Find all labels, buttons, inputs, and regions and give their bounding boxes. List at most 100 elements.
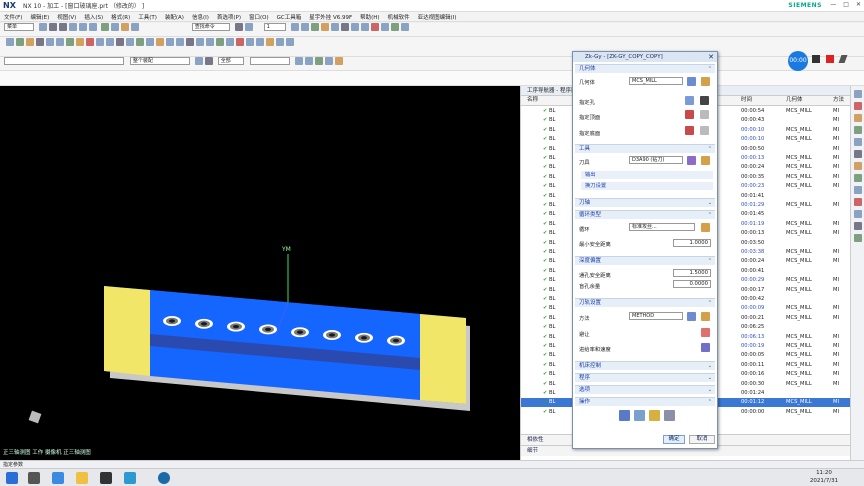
redo-icon[interactable] — [58, 23, 67, 31]
shaded-icon[interactable] — [320, 23, 329, 31]
gouge-check-icon[interactable] — [215, 37, 224, 46]
generate-icon[interactable] — [619, 410, 630, 421]
cut-icon[interactable] — [68, 23, 77, 31]
view-top-icon[interactable] — [300, 23, 309, 31]
create-method-icon[interactable] — [75, 37, 84, 46]
menu-item-8[interactable]: 首选项(P) — [213, 13, 245, 21]
verify-icon[interactable] — [115, 37, 124, 46]
replay-icon[interactable] — [634, 410, 645, 421]
parallel-icon[interactable] — [265, 37, 274, 46]
machine-view-icon[interactable] — [15, 37, 24, 46]
recorder-app-icon[interactable] — [158, 472, 170, 484]
copy-object-icon[interactable] — [175, 37, 184, 46]
menu-item-12[interactable]: 帮助(H) — [356, 13, 383, 21]
menu-item-0[interactable]: 文件(F) — [0, 13, 26, 21]
method-dropdown[interactable]: METHOD — [629, 312, 683, 320]
copy-icon[interactable] — [78, 23, 87, 31]
taskbar-clock-time[interactable]: 11:20 — [814, 470, 834, 476]
toolbox-icon[interactable] — [100, 23, 109, 31]
column-name[interactable]: 名称 — [527, 96, 538, 105]
new-method-icon[interactable] — [687, 312, 696, 321]
taskbar-clock-date[interactable]: 2021/7/31 — [806, 478, 842, 484]
scope-dropdown[interactable]: 整个装配 — [129, 57, 190, 65]
graphics-viewport[interactable]: YM — [0, 86, 520, 460]
section-tool[interactable]: 工具 ⌃ — [575, 144, 715, 153]
rotate-icon[interactable] — [360, 23, 369, 31]
geometry-dropdown[interactable]: MCS_MILL — [629, 77, 683, 85]
menu-item-6[interactable]: 装配(A) — [161, 13, 188, 21]
wireframe-icon[interactable] — [330, 23, 339, 31]
layer-dropdown[interactable] — [249, 57, 290, 65]
tool-change-subsection[interactable]: 换刀设置 — [581, 182, 713, 190]
section-machine-control[interactable]: 机床控制 ⌄ — [575, 361, 715, 370]
stop-icon[interactable] — [826, 55, 834, 63]
window-icon[interactable] — [110, 23, 119, 31]
avoidance-icon[interactable] — [701, 328, 710, 337]
part-navigator-icon[interactable] — [854, 126, 862, 134]
menu-item-5[interactable]: 工具(T) — [134, 13, 161, 21]
tool-axis-icon[interactable] — [275, 37, 284, 46]
ok-button[interactable]: 确定 — [663, 435, 685, 444]
measure-icon[interactable] — [380, 23, 389, 31]
search-icon[interactable] — [234, 23, 243, 31]
layer-icon[interactable] — [130, 23, 139, 31]
deselect-icon[interactable] — [204, 57, 213, 65]
method-view-icon[interactable] — [35, 37, 44, 46]
tool-dropdown[interactable]: D3A90 (钻刀) — [629, 156, 683, 164]
reuse-library-icon[interactable] — [854, 138, 862, 146]
column-method[interactable]: 方法 — [833, 96, 844, 105]
save-icon[interactable] — [38, 23, 47, 31]
section-cycle[interactable]: 循环类型 ⌃ — [575, 210, 715, 219]
cancel-button[interactable]: 取消 — [689, 435, 715, 444]
windows-start-icon[interactable] — [6, 472, 18, 484]
section-actions[interactable]: 操作 ⌃ — [575, 397, 715, 406]
section-depth-offset[interactable]: 深度偏置 ⌃ — [575, 256, 715, 265]
snap-end-icon[interactable] — [294, 57, 303, 65]
output-subsection[interactable]: 输出 — [581, 171, 713, 179]
fit-icon[interactable] — [340, 23, 349, 31]
menu-item-2[interactable]: 视图(V) — [53, 13, 80, 21]
select-bottom-icon[interactable] — [685, 126, 694, 135]
new-tool-icon[interactable] — [687, 156, 696, 165]
history-icon[interactable] — [854, 114, 862, 122]
edit-method-icon[interactable] — [701, 312, 710, 321]
create-operation-icon[interactable] — [85, 37, 94, 46]
navigator-icon[interactable] — [854, 90, 862, 98]
column-geometry[interactable]: 几何体 — [786, 96, 803, 105]
lock-icon[interactable] — [255, 37, 264, 46]
refresh-icon[interactable] — [244, 23, 253, 31]
show-hole-icon[interactable] — [700, 96, 709, 105]
menu-item-10[interactable]: GC工具箱 — [273, 13, 306, 21]
snap-point-icon[interactable] — [324, 57, 333, 65]
snap-face-icon[interactable] — [334, 57, 343, 65]
section-icon[interactable] — [370, 23, 379, 31]
menu-item-1[interactable]: 编辑(E) — [26, 13, 53, 21]
menu-button[interactable]: 菜单 — [4, 23, 34, 31]
simulate-icon[interactable] — [235, 37, 244, 46]
roles-icon[interactable] — [854, 186, 862, 194]
edit-geometry-icon[interactable] — [701, 77, 710, 86]
section-path-settings[interactable]: 刀轨设置 ⌃ — [575, 298, 715, 307]
verify-icon[interactable] — [649, 410, 660, 421]
edit-cycle-icon[interactable] — [701, 223, 710, 232]
feed-icon[interactable] — [145, 37, 154, 46]
delete-object-icon[interactable] — [185, 37, 194, 46]
view-iso-icon[interactable] — [310, 23, 319, 31]
analysis-icon[interactable] — [390, 23, 399, 31]
snap-mid-icon[interactable] — [304, 57, 313, 65]
create-program-icon[interactable] — [45, 37, 54, 46]
section-program[interactable]: 程序 ⌄ — [575, 373, 715, 382]
report-icon[interactable] — [854, 222, 862, 230]
undo-icon[interactable] — [48, 23, 57, 31]
close-button[interactable]: ✕ — [856, 1, 861, 8]
section-options[interactable]: 选项 ⌄ — [575, 385, 715, 394]
close-icon[interactable]: ✕ — [708, 52, 714, 62]
shop-doc-icon[interactable] — [135, 37, 144, 46]
pause-icon[interactable] — [812, 55, 820, 63]
explorer-icon[interactable] — [76, 472, 88, 484]
menu-item-13[interactable]: 机械软件 — [384, 13, 414, 21]
select-hole-icon[interactable] — [685, 96, 694, 105]
display-path-icon[interactable] — [195, 37, 204, 46]
render-icon[interactable] — [400, 23, 409, 31]
view-front-icon[interactable] — [290, 23, 299, 31]
